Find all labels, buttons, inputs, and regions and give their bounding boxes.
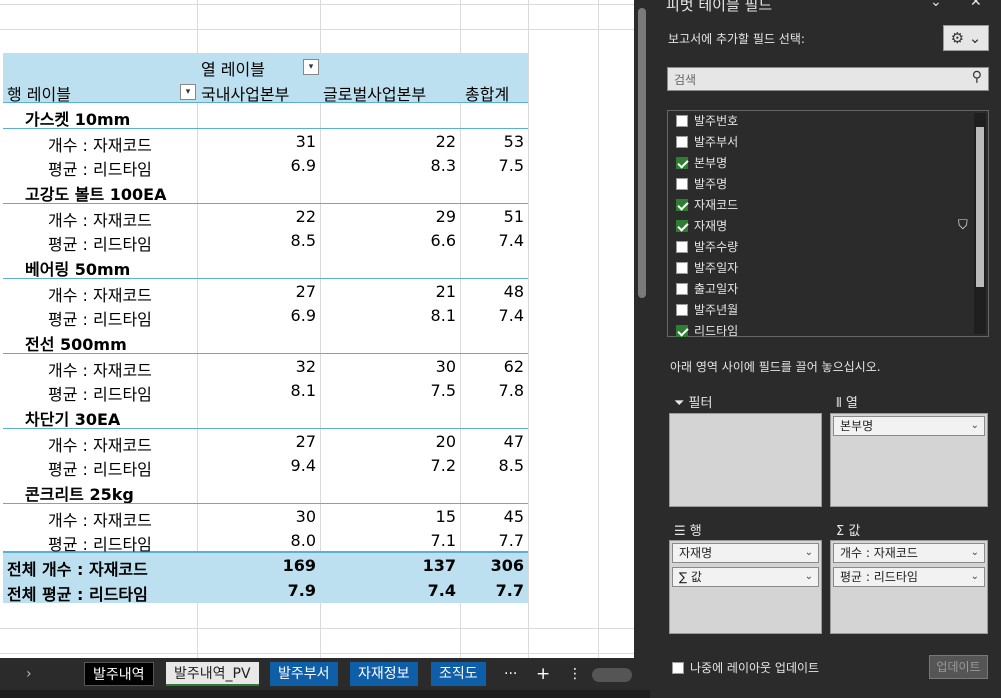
filter-drop-area[interactable]	[669, 413, 822, 507]
scroll-tabs-right-icon[interactable]: ›	[18, 662, 40, 686]
field-item[interactable]: 자재명 ⛉	[676, 216, 968, 236]
update-button[interactable]: 업데이트	[929, 655, 988, 679]
add-sheet-button[interactable]: +	[528, 662, 558, 686]
row-filter-active-icon[interactable]: ▾	[180, 84, 196, 100]
pane-collapse-icon[interactable]: ⌄	[930, 0, 942, 10]
column-labels-header: 열 레이블	[201, 60, 265, 79]
row-labels-header: 행 레이블	[7, 85, 71, 104]
tab-materials[interactable]: 자재정보	[350, 662, 418, 686]
group-row: 전선 500mm	[25, 335, 127, 354]
count-row: 개수 : 자재코드 27 21 48	[3, 278, 528, 305]
spreadsheet-grid[interactable]: 열 레이블 ▾ 행 레이블 ▾ 국내사업본부 글로벌사업본부 총합계 가스켓 1…	[0, 0, 634, 658]
row-field-chip-values[interactable]: ∑ 값 ⌄	[672, 567, 819, 587]
average-row: 평균 : 리드타임 8.1 7.5 7.8	[48, 381, 524, 404]
group-row: 차단기 30EA	[25, 410, 121, 429]
pane-close-icon[interactable]: ✕	[970, 0, 982, 10]
column-header-domestic: 국내사업본부	[201, 85, 290, 104]
field-item[interactable]: 자재코드	[676, 195, 738, 215]
pivot-header-row-2: 행 레이블 ▾ 국내사업본부 글로벌사업본부 총합계	[3, 78, 528, 104]
values-area-label: Σ 값	[836, 524, 861, 539]
column-filter-dropdown-icon[interactable]: ▾	[303, 59, 319, 75]
settings-gear-icon[interactable]: ⚙ ⌄	[943, 25, 989, 51]
average-row: 평균 : 리드타임 6.9 8.1 7.4	[48, 306, 524, 329]
group-row: 콘크리트 25kg	[25, 485, 134, 504]
pivot-field-pane: 피벗 테이블 필드 ⌄ ✕ 보고서에 추가할 필드 선택: ⚙ ⌄ 검색 ⚲ 발…	[650, 0, 1001, 698]
field-item[interactable]: 출고일자	[676, 279, 738, 299]
values-drop-area[interactable]: 개수 : 자재코드 ⌄ 평균 : 리드타임 ⌄	[830, 540, 988, 634]
field-checkbox[interactable]	[676, 219, 688, 232]
count-row: 개수 : 자재코드 27 20 47	[3, 428, 528, 455]
scrollbar-thumb[interactable]	[638, 8, 646, 298]
columns-drop-area[interactable]: 본부명 ⌄	[830, 413, 988, 507]
rows-area-label: ☰ 행	[674, 524, 702, 539]
total-average-row: 전체 평균 : 리드타임 7.9 7.4 7.7	[3, 578, 528, 604]
count-row: 개수 : 자재코드 31 22 53	[3, 128, 528, 155]
group-row: 가스켓 10mm	[25, 110, 131, 129]
pane-title: 피벗 테이블 필드	[666, 0, 773, 14]
drag-hint: 아래 영역 사이에 필드를 끌어 놓으십시오.	[670, 360, 881, 374]
more-tabs-button[interactable]: ···	[496, 662, 525, 686]
field-item[interactable]: 발주명	[676, 174, 727, 194]
filter-area-label: ⏷ 필터	[674, 396, 713, 411]
field-item[interactable]: 발주일자	[676, 258, 738, 278]
field-item[interactable]: 발주수량	[676, 237, 738, 257]
field-item[interactable]: 리드타임	[676, 321, 738, 341]
search-icon: ⚲	[971, 69, 982, 85]
total-count-row: 전체 개수 : 자재코드 169 137 306	[3, 553, 528, 579]
field-list-scrollbar[interactable]	[974, 113, 986, 334]
column-header-global: 글로벌사업본부	[323, 85, 427, 104]
field-checkbox[interactable]	[676, 303, 688, 316]
defer-update-checkbox[interactable]: 나중에 레이아웃 업데이트	[672, 659, 819, 676]
field-item[interactable]: 발주번호	[676, 111, 738, 131]
field-checkbox[interactable]	[676, 282, 688, 295]
count-row: 개수 : 자재코드 30 15 45	[3, 503, 528, 530]
columns-area-label: ⦀ 열	[836, 396, 858, 411]
field-item[interactable]: 발주년월	[676, 300, 738, 320]
column-field-chip[interactable]: 본부명 ⌄	[833, 416, 985, 436]
count-row: 개수 : 자재코드 22 29 51	[3, 203, 528, 230]
value-field-chip-average[interactable]: 평균 : 리드타임 ⌄	[833, 567, 985, 587]
field-checkbox[interactable]	[676, 324, 688, 337]
column-header-total: 총합계	[465, 85, 510, 104]
choose-fields-label: 보고서에 추가할 필드 선택:	[668, 32, 805, 46]
tab-departments[interactable]: 발주부서	[270, 662, 338, 686]
field-checkbox[interactable]	[676, 114, 688, 127]
row-field-chip-material[interactable]: 자재명 ⌄	[672, 543, 819, 563]
tab-orders-pv[interactable]: 발주내역_PV	[166, 662, 259, 686]
horizontal-scroll-handle[interactable]	[592, 668, 632, 682]
sheet-tabs-bar: › 발주내역 발주내역_PV 발주부서 자재정보 조직도 ··· + ⋮	[0, 658, 650, 690]
field-item[interactable]: 본부명	[676, 153, 727, 173]
pivot-header-row-1: 열 레이블 ▾	[3, 53, 528, 79]
group-row: 베어링 50mm	[25, 260, 131, 279]
field-checkbox[interactable]	[676, 177, 688, 190]
tab-org-chart[interactable]: 조직도	[431, 662, 486, 686]
count-row: 개수 : 자재코드 32 30 62	[3, 353, 528, 380]
field-checkbox[interactable]	[676, 135, 688, 148]
field-checkbox[interactable]	[676, 156, 688, 169]
group-row: 고강도 볼트 100EA	[25, 185, 167, 204]
field-checkbox[interactable]	[676, 261, 688, 274]
field-filter-icon: ⛉	[958, 218, 968, 233]
field-search-input[interactable]: 검색 ⚲	[667, 67, 989, 91]
pivot-table[interactable]: 열 레이블 ▾ 행 레이블 ▾ 국내사업본부 글로벌사업본부 총합계 가스켓 1…	[3, 53, 528, 604]
vertical-scrollbar[interactable]	[634, 0, 650, 658]
sheet-menu-button[interactable]: ⋮	[560, 662, 590, 686]
field-checkbox[interactable]	[676, 198, 688, 211]
average-row: 평균 : 리드타임 8.5 6.6 7.4	[48, 231, 524, 254]
value-field-chip-count[interactable]: 개수 : 자재코드 ⌄	[833, 543, 985, 563]
field-item[interactable]: 발주부서	[676, 132, 738, 152]
tab-orders[interactable]: 발주내역	[84, 662, 154, 686]
field-list[interactable]: 발주번호 발주부서 본부명 발주명 자재코드 자재명 ⛉ 발주수량 발주일자 출고…	[667, 110, 989, 338]
rows-drop-area[interactable]: 자재명 ⌄ ∑ 값 ⌄	[669, 540, 822, 634]
field-checkbox[interactable]	[676, 240, 688, 253]
average-row: 평균 : 리드타임 9.4 7.2 8.5	[48, 456, 524, 479]
average-row: 평균 : 리드타임 6.9 8.3 7.5	[48, 156, 524, 179]
average-row: 평균 : 리드타임 8.0 7.1 7.7	[3, 528, 528, 554]
